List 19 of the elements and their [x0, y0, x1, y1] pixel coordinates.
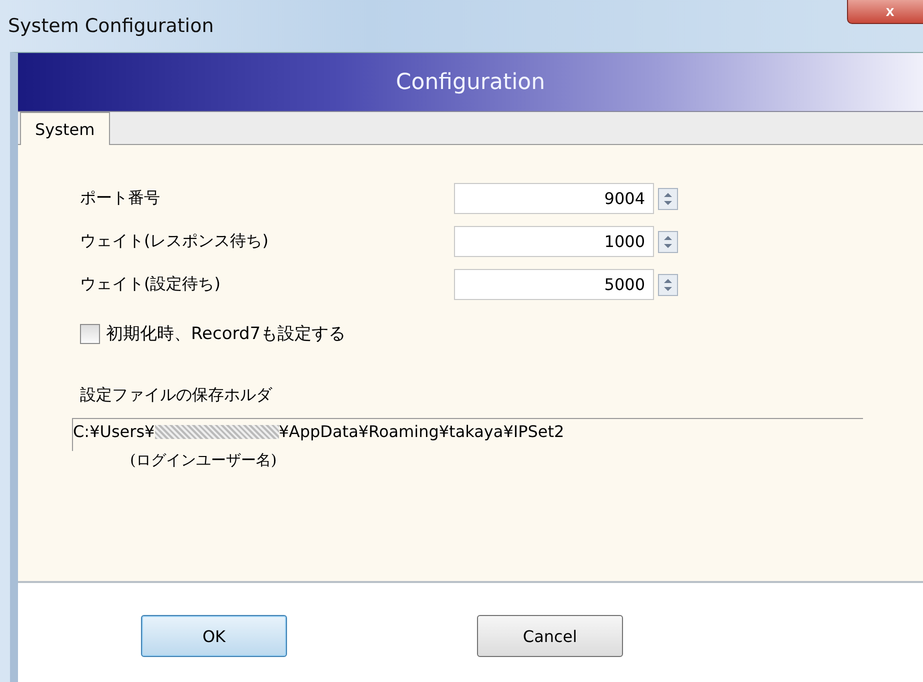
checkbox-label: 初期化時、Record7も設定する [106, 323, 346, 345]
field-label: ウェイト(レスポンス待ち) [80, 231, 268, 252]
header-banner: Configuration [18, 53, 923, 112]
field-label: ウェイト(設定待ち) [80, 274, 220, 295]
tab[interactable]: System [20, 112, 110, 145]
window-title: System Configuration [8, 15, 214, 37]
path-field: C:¥Users¥ ¥AppData¥Roaming¥takaya¥IPSet2 [72, 418, 863, 451]
number-field[interactable]: 9004 [454, 183, 654, 214]
field-label: ポート番号 [80, 188, 160, 209]
annotation-note: (ログインユーザー名) [130, 451, 278, 470]
dialog-button[interactable]: OK [141, 615, 287, 657]
folder-label: 設定ファイルの保存ホルダ [80, 385, 274, 406]
dialog-button[interactable]: Cancel [477, 615, 623, 657]
spinner-icon[interactable] [658, 188, 678, 210]
spinner-icon[interactable] [658, 230, 678, 252]
checkbox[interactable] [80, 324, 100, 344]
number-field[interactable]: 5000 [454, 269, 654, 300]
number-field[interactable]: 1000 [454, 226, 654, 257]
spinner-icon[interactable] [658, 274, 678, 296]
